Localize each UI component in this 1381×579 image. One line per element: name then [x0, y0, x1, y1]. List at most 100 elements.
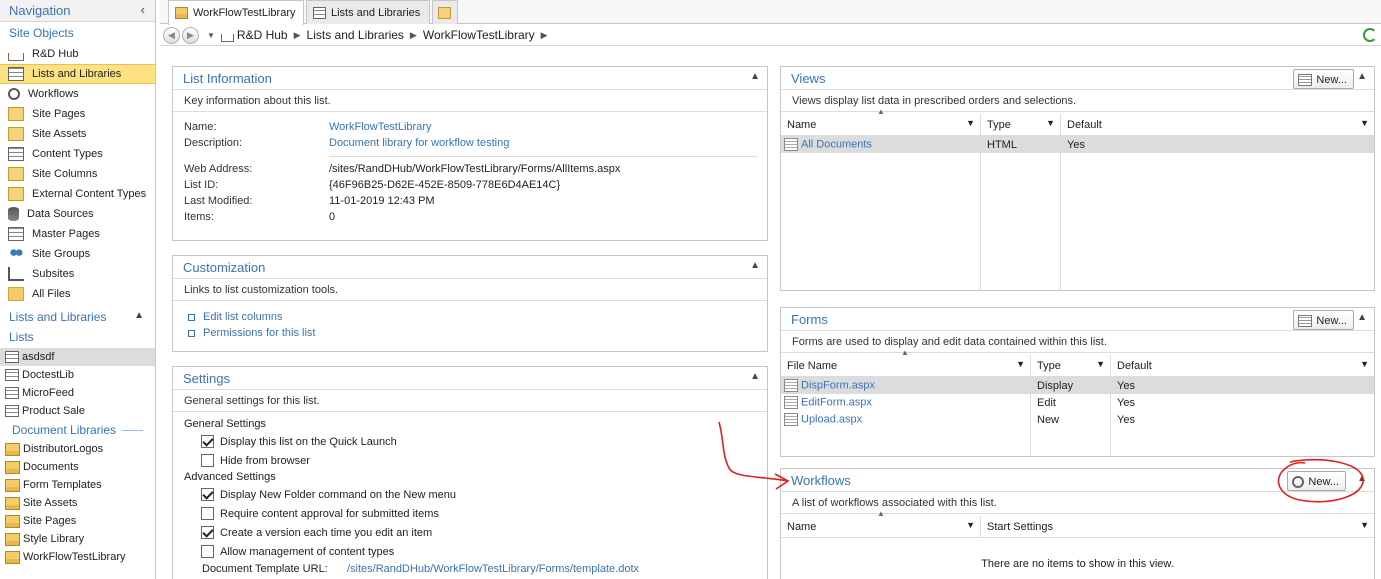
lists-libraries-header[interactable]: Lists and Libraries ▲ [0, 304, 155, 328]
sidebar-item-site-assets[interactable]: Site Assets [0, 124, 155, 144]
sidebar-item-workflows[interactable]: Workflows [0, 84, 155, 104]
edit-list-columns-link[interactable]: Edit list columns [203, 311, 282, 323]
template-url-link[interactable]: /sites/RandDHub/WorkFlowTestLibrary/Form… [347, 563, 639, 575]
breadcrumb-item-library[interactable]: WorkFlowTestLibrary [423, 28, 535, 42]
forward-button[interactable]: ▶ [182, 26, 199, 44]
sidebar-item-lists-and-libraries[interactable]: Lists and Libraries [0, 64, 155, 84]
sidebar-item-master-pages[interactable]: Master Pages [0, 224, 155, 244]
doclib-item[interactable]: Documents [0, 458, 155, 476]
history-dropdown-icon[interactable]: ▼ [207, 31, 215, 40]
new-form-button[interactable]: New... [1293, 310, 1354, 330]
table-row[interactable]: DispForm.aspx Display Yes [781, 377, 1374, 394]
breadcrumb-item-lists[interactable]: Lists and Libraries [307, 28, 404, 42]
permissions-link-row: Permissions for this list [188, 325, 767, 341]
list-item[interactable]: MicroFeed [0, 384, 155, 402]
breadcrumb-separator-icon[interactable]: ▶ [541, 30, 548, 41]
setting-checkbox[interactable] [201, 526, 214, 539]
setting-checkbox[interactable] [201, 545, 214, 558]
settings-panel: Settings ▲ General settings for this lis… [172, 366, 768, 579]
collapse-panel-icon[interactable]: ▲ [750, 260, 760, 271]
sidebar-item-site-groups[interactable]: Site Groups [0, 244, 155, 264]
column-header-type[interactable]: Type ▼ [981, 114, 1061, 135]
setting-checkbox[interactable] [201, 488, 214, 501]
panel-description: Views display list data in prescribed or… [781, 90, 1374, 112]
template-row: Document Template URL: /sites/RandDHub/W… [184, 561, 767, 577]
column-header-default[interactable]: Default ▼ [1111, 355, 1374, 376]
description-value[interactable]: Document library for workflow testing [329, 137, 509, 149]
collapse-panel-icon[interactable]: ▲ [1357, 71, 1367, 82]
tab-workflowtestlibrary[interactable]: WorkFlowTestLibrary [168, 0, 304, 25]
table-row[interactable]: All Documents HTML Yes [781, 136, 1374, 153]
column-filter-icon[interactable]: ▼ [1016, 359, 1025, 369]
cell-name[interactable]: Upload.aspx [781, 413, 1031, 426]
collapse-panel-icon[interactable]: ▲ [750, 371, 760, 382]
breadcrumb-item-hub[interactable]: R&D Hub [237, 28, 288, 42]
breadcrumb-separator-icon[interactable]: ▶ [410, 30, 417, 41]
column-header-file-name[interactable]: ▲ File Name ▼ [781, 348, 1031, 376]
sidebar-item-subsites[interactable]: Subsites [0, 264, 155, 284]
site-objects-header[interactable]: Site Objects [0, 22, 155, 44]
collapse-panel-icon[interactable]: ▲ [750, 71, 760, 82]
lists-group: asdsdf DoctestLib MicroFeed Product Sale [0, 348, 155, 420]
column-header-start-settings[interactable]: Start Settings ▼ [981, 516, 1374, 537]
page-icon [8, 187, 24, 201]
doclib-item[interactable]: Style Library [0, 530, 155, 548]
cell-name[interactable]: DispForm.aspx [781, 379, 1031, 392]
cell-name[interactable]: All Documents [781, 138, 981, 151]
sidebar-item-content-types[interactable]: Content Types [0, 144, 155, 164]
breadcrumb-separator-icon[interactable]: ▶ [294, 30, 301, 41]
column-filter-icon[interactable]: ▼ [1360, 359, 1369, 369]
column-header-type[interactable]: Type ▼ [1031, 355, 1111, 376]
column-filter-icon[interactable]: ▼ [966, 118, 975, 128]
panel-title: List Information [183, 71, 272, 86]
list-item[interactable]: DoctestLib [0, 366, 155, 384]
collapse-nav-icon[interactable]: ‹ [141, 2, 145, 17]
column-header-name[interactable]: ▲ Name ▼ [781, 107, 981, 135]
sidebar-item-data-sources[interactable]: Data Sources [0, 204, 155, 224]
collapse-panel-icon[interactable]: ▲ [1357, 312, 1367, 323]
sidebar-item-site-pages[interactable]: Site Pages [0, 104, 155, 124]
doclib-item[interactable]: Site Assets [0, 494, 155, 512]
doclib-item[interactable]: Form Templates [0, 476, 155, 494]
tab-lists-libraries[interactable]: Lists and Libraries [306, 0, 430, 24]
doclib-item[interactable]: Site Pages [0, 512, 155, 530]
cell-text: All Documents [801, 138, 872, 151]
new-workflow-button[interactable]: New... [1287, 471, 1346, 491]
name-value[interactable]: WorkFlowTestLibrary [329, 121, 432, 133]
sidebar-item-external-content-types[interactable]: External Content Types [0, 184, 155, 204]
new-tab-button[interactable] [432, 0, 458, 24]
cell-type: Edit [1031, 397, 1111, 409]
sidebar-item-all-files[interactable]: All Files [0, 284, 155, 304]
new-view-button[interactable]: New... [1293, 69, 1354, 89]
doclib-item[interactable]: WorkFlowTestLibrary [0, 548, 155, 566]
panel-header: Forms New... ▲ [781, 308, 1374, 331]
cell-name[interactable]: EditForm.aspx [781, 396, 1031, 409]
permissions-link[interactable]: Permissions for this list [203, 327, 315, 339]
table-row[interactable]: EditForm.aspx Edit Yes [781, 394, 1374, 411]
doclib-item-label: Site Assets [23, 497, 78, 509]
column-label: Name [787, 119, 817, 131]
list-item[interactable]: asdsdf [0, 348, 155, 366]
column-header-name[interactable]: ▲ Name ▼ [781, 509, 981, 537]
back-button[interactable]: ◀ [163, 26, 180, 44]
cell-text: HTML [987, 138, 1017, 151]
refresh-icon[interactable] [1363, 28, 1377, 42]
column-header-default[interactable]: Default ▼ [1061, 114, 1374, 135]
column-filter-icon[interactable]: ▼ [1360, 520, 1369, 530]
sidebar-item-site-columns[interactable]: Site Columns [0, 164, 155, 184]
doclib-item[interactable]: DistributorLogos [0, 440, 155, 458]
column-filter-icon[interactable]: ▼ [1046, 118, 1055, 128]
setting-row: Create a version each time you edit an i… [201, 523, 767, 542]
setting-checkbox[interactable] [201, 435, 214, 448]
column-filter-icon[interactable]: ▼ [966, 520, 975, 530]
sidebar-item-r-d-hub[interactable]: R&D Hub [0, 44, 155, 64]
collapse-panel-icon[interactable]: ▲ [1357, 473, 1367, 484]
chevron-up-icon[interactable]: ▲ [134, 310, 144, 321]
table-row[interactable]: Upload.aspx New Yes [781, 411, 1374, 428]
list-item[interactable]: Product Sale [0, 402, 155, 420]
divider [122, 429, 143, 431]
setting-checkbox[interactable] [201, 454, 214, 467]
column-filter-icon[interactable]: ▼ [1096, 359, 1105, 369]
setting-checkbox[interactable] [201, 507, 214, 520]
column-filter-icon[interactable]: ▼ [1360, 118, 1369, 128]
